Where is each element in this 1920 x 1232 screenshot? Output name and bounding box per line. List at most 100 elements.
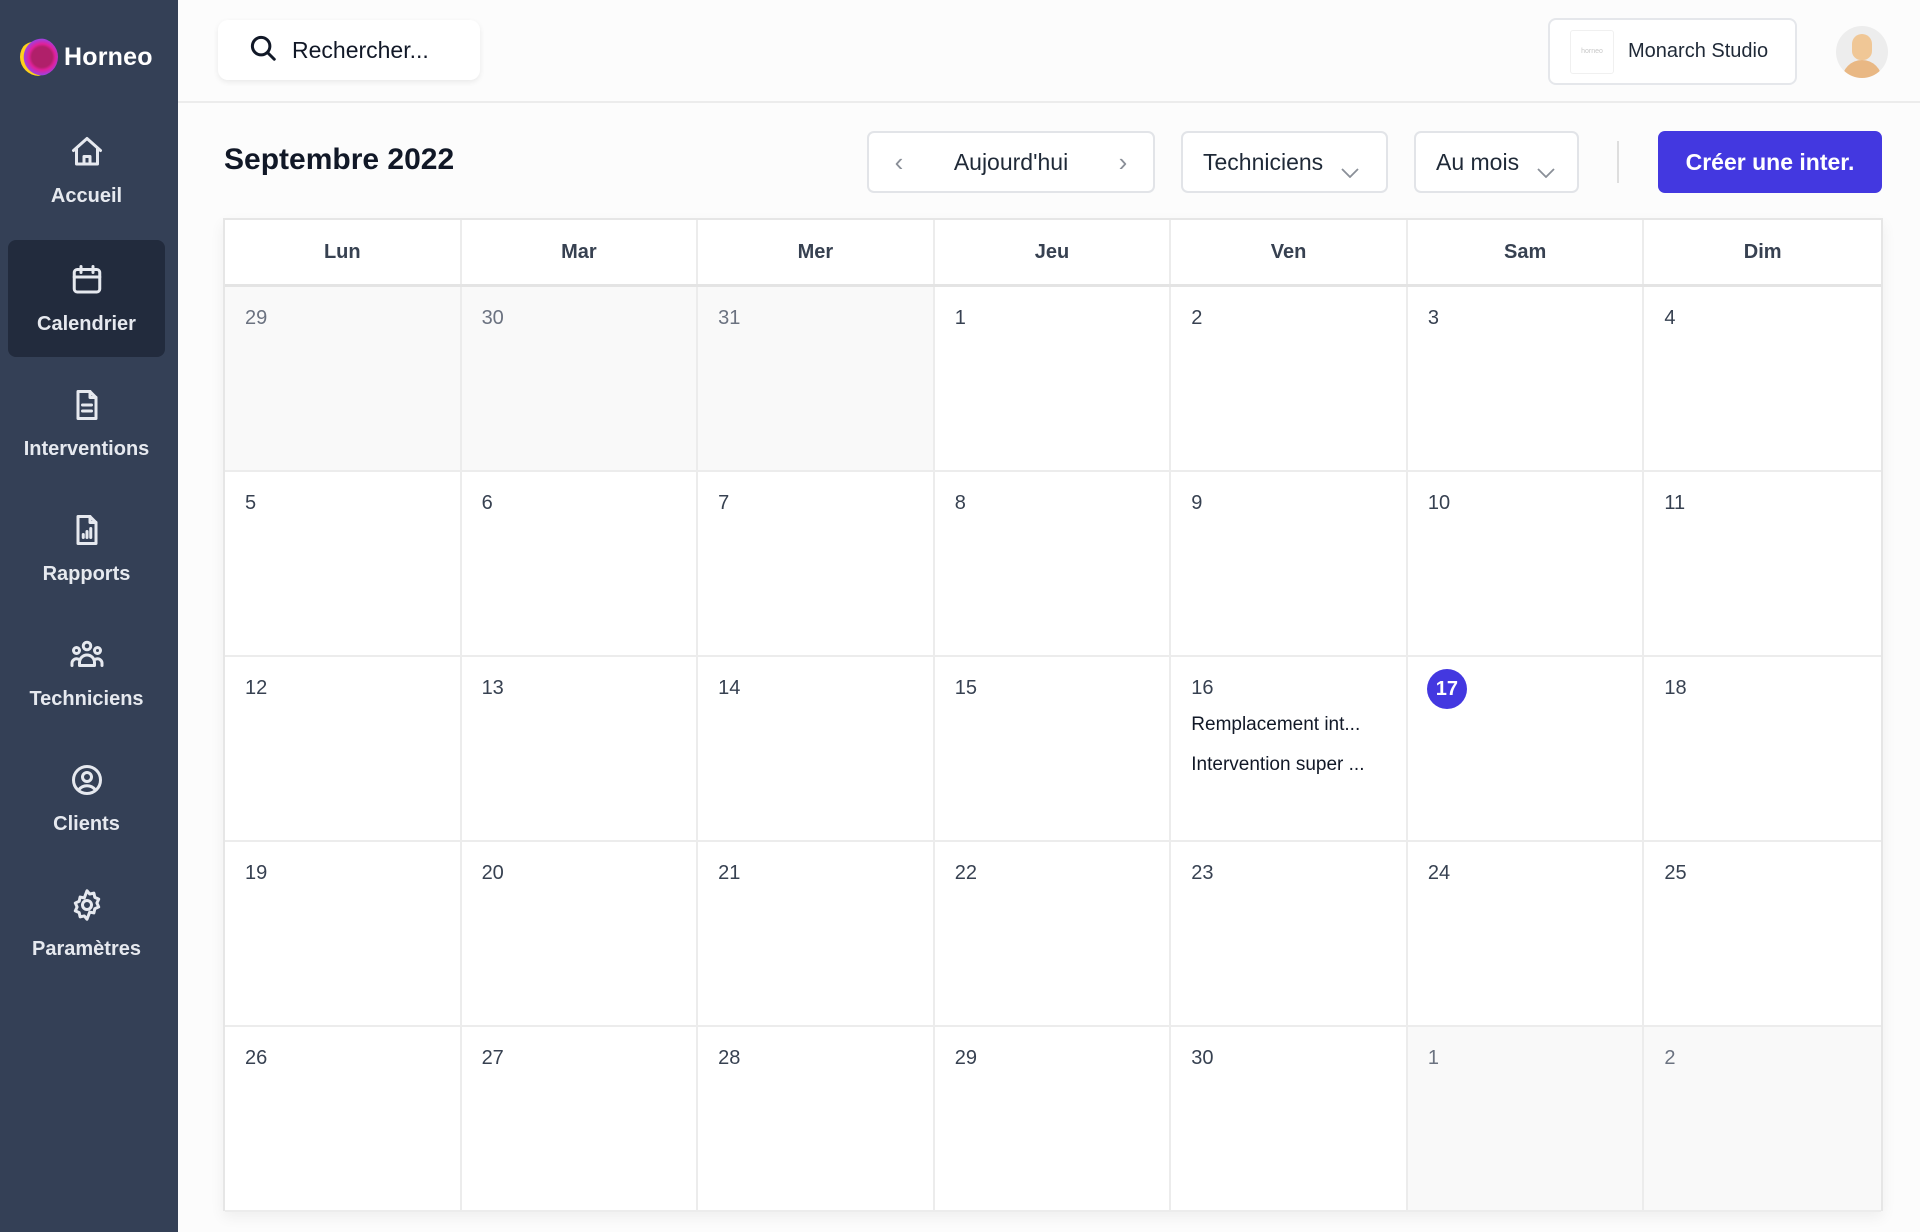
calendar-day[interactable]: 21 [698,842,935,1027]
weekday-label: Lun [225,220,462,284]
calendar-day-today[interactable]: 17 [1407,657,1645,842]
sidebar-item-label: Techniciens [29,687,144,710]
day-number: 22 [954,862,977,884]
day-number: 29 [954,1047,977,1069]
weekday-label: Sam [1408,220,1645,284]
search-icon [248,33,278,68]
sidebar-item-techniciens[interactable]: Techniciens [8,615,165,732]
sidebar-item-calendrier[interactable]: Calendrier [8,240,165,357]
calendar-day[interactable]: 29 [225,287,462,472]
day-number: 20 [481,862,504,884]
chevron-right-icon[interactable]: › [1113,147,1133,178]
calendar-day[interactable]: 14 [698,657,935,842]
day-number: 3 [1427,307,1439,329]
calendar-day[interactable]: 8 [934,472,1172,657]
calendar-day[interactable]: 22 [934,842,1172,1027]
chevron-left-icon[interactable]: ‹ [889,147,909,178]
sidebar: Horneo Accueil Calendrier Interventions … [0,0,178,1232]
calendar-day[interactable]: 9 [1171,472,1408,657]
calendar-day[interactable]: 24 [1407,842,1645,1027]
today-badge: 17 [1426,669,1467,709]
calendar-day[interactable]: 13 [461,657,699,842]
avatar-head [1852,34,1872,60]
chevron-down-icon [1537,157,1555,179]
calendar-grid: 29 30 31 1 2 3 4 5 6 7 8 9 10 11 12 13 14 15 16 Remplacemen… [225,287,1881,1212]
day-number: 1 [954,307,966,329]
calendar-day[interactable]: 30 [1171,1027,1408,1212]
sidebar-item-accueil[interactable]: Accueil [8,112,165,229]
company-switcher[interactable]: horneo Monarch Studio [1548,18,1797,85]
technicians-filter-dropdown[interactable]: Techniciens [1181,131,1388,193]
sidebar-item-interventions[interactable]: Interventions [8,365,165,482]
calendar-day[interactable]: 18 [1644,657,1881,842]
day-number: 2 [1191,307,1203,329]
sidebar-item-label: Clients [53,812,120,835]
company-logo: horneo [1570,29,1614,74]
calendar-day[interactable]: 19 [225,842,462,1027]
calendar-day[interactable]: 26 [225,1027,462,1212]
calendar-day[interactable]: 25 [1644,842,1881,1027]
day-number: 6 [481,492,493,514]
day-number: 1 [1427,1047,1439,1069]
toolbar-divider [1617,141,1619,183]
gear-icon [69,887,105,928]
calendar-event[interactable]: Intervention super ... [1191,754,1386,776]
day-number: 15 [954,677,977,699]
top-bar: horneo Monarch Studio [178,0,1920,103]
calendar-event[interactable]: Remplacement int... [1191,714,1386,736]
user-avatar[interactable] [1836,26,1888,78]
page-title: Septembre 2022 [224,143,455,176]
calendar-day[interactable]: 1 [934,287,1172,472]
weekday-label: Dim [1743,240,1782,263]
calendar-day[interactable]: 31 [698,287,935,472]
home-icon [69,134,105,175]
calendar-day[interactable]: 1 [1407,1027,1645,1212]
calendar-day[interactable]: 28 [698,1027,935,1212]
calendar-day[interactable]: 29 [934,1027,1172,1212]
sidebar-item-clients[interactable]: Clients [8,740,165,857]
day-number: 30 [1191,1047,1214,1069]
day-number: 19 [245,862,268,884]
calendar-day[interactable]: 23 [1171,842,1408,1027]
calendar-day[interactable]: 11 [1644,472,1881,657]
search-input[interactable] [292,36,452,64]
user-circle-icon [69,762,105,803]
calendar-day[interactable]: 16 Remplacement int... Intervention super … [1171,657,1408,842]
sidebar-item-label: Calendrier [37,312,136,335]
search-box[interactable] [218,20,480,80]
calendar-day[interactable]: 3 [1407,287,1645,472]
calendar-day[interactable]: 15 [934,657,1172,842]
sidebar-item-rapports[interactable]: Rapports [8,490,165,607]
day-number: 30 [481,307,504,329]
calendar-day[interactable]: 20 [461,842,699,1027]
day-number: 24 [1427,862,1451,884]
app-logo[interactable]: Horneo [20,38,153,76]
sidebar-item-parametres[interactable]: Paramètres [8,865,165,982]
calendar-day[interactable]: 7 [698,472,935,657]
create-intervention-button[interactable]: Créer une inter. [1658,131,1882,193]
calendar-day[interactable]: 27 [461,1027,699,1212]
view-mode-dropdown[interactable]: Au mois [1414,131,1579,193]
weekday-label: Ven [1171,220,1408,284]
calendar-day[interactable]: 2 [1171,287,1408,472]
report-chart-icon [69,512,105,553]
calendar-day[interactable]: 2 [1644,1027,1881,1212]
app-name: Horneo [64,42,153,71]
date-navigation: ‹ Aujourd'hui › [867,131,1155,193]
today-button[interactable]: Aujourd'hui [954,149,1068,176]
sidebar-item-label: Rapports [42,562,131,585]
company-name: Monarch Studio [1628,40,1769,62]
calendar-day[interactable]: 10 [1407,472,1645,657]
calendar-day[interactable]: 6 [461,472,699,657]
day-number: 2 [1664,1047,1676,1069]
day-number: 26 [245,1047,268,1069]
calendar-day[interactable]: 30 [461,287,699,472]
calendar-day[interactable]: 12 [225,657,462,842]
team-icon [69,637,105,678]
day-number: 7 [718,492,730,514]
weekday-header: Lun Mar Mer Jeu Ven Sam Dim [225,220,1881,287]
calendar-day[interactable]: 4 [1644,287,1881,472]
day-number: 12 [245,677,268,699]
calendar-day[interactable]: 5 [225,472,462,657]
day-number: 18 [1664,677,1687,699]
